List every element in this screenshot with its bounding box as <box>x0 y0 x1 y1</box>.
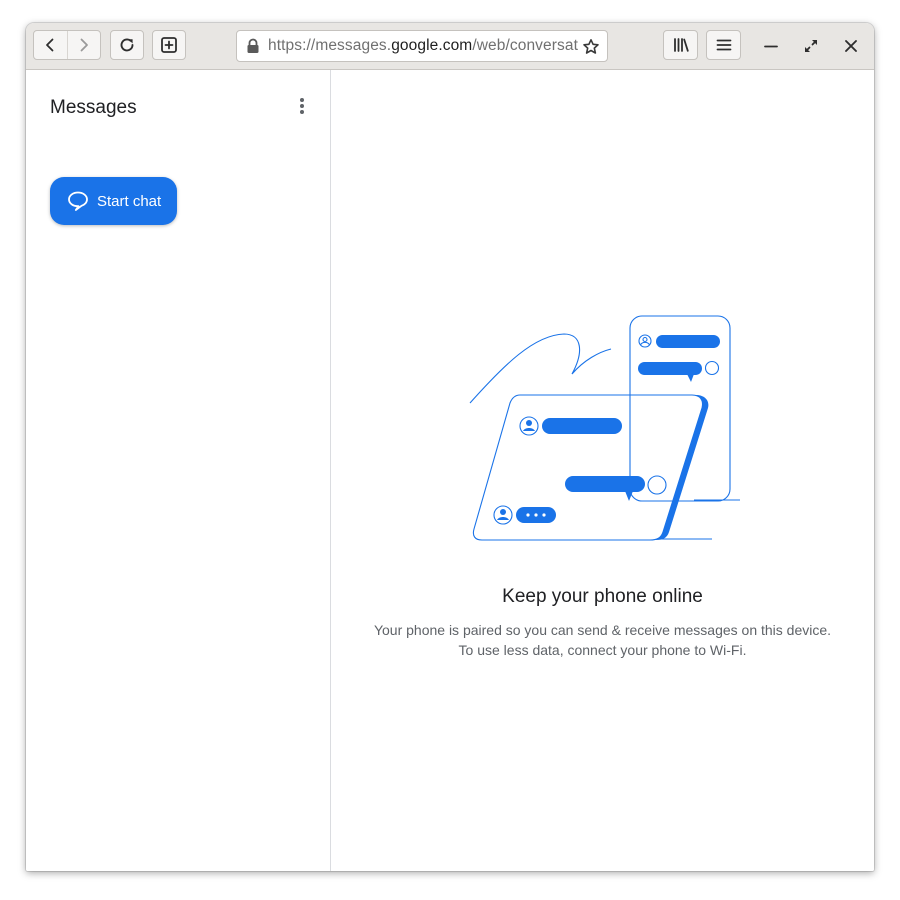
new-tab-icon <box>161 37 177 53</box>
close-button[interactable] <box>838 33 864 59</box>
chevron-left-icon <box>46 38 54 52</box>
description: Your phone is paired so you can send & r… <box>331 620 874 660</box>
sidebar: Messages Start chat <box>26 70 331 871</box>
start-chat-button[interactable]: Start chat <box>50 177 177 225</box>
nav-button-group <box>33 30 101 60</box>
close-icon <box>845 40 857 52</box>
url-prefix: https://messages. <box>268 37 392 54</box>
more-vertical-icon <box>300 98 304 114</box>
reload-icon <box>120 38 134 52</box>
library-icon <box>673 38 689 52</box>
maximize-button[interactable] <box>798 33 824 59</box>
minimize-icon <box>764 45 778 48</box>
forward-button[interactable] <box>66 31 101 59</box>
browser-window: https://messages.google.com/web/conversa… <box>26 23 874 871</box>
url-domain: google.com <box>391 37 473 54</box>
chevron-right-icon <box>80 38 88 52</box>
description-line-2: To use less data, connect your phone to … <box>458 642 747 658</box>
phone-messages-illustration <box>469 315 740 541</box>
back-button[interactable] <box>34 31 67 59</box>
hamburger-menu-icon <box>716 39 731 51</box>
start-chat-label: Start chat <box>97 192 162 210</box>
minimize-button[interactable] <box>758 33 784 59</box>
description-line-1: Your phone is paired so you can send & r… <box>373 622 832 638</box>
menu-button[interactable] <box>706 30 741 60</box>
chat-bubble-icon <box>68 191 88 211</box>
reload-button[interactable] <box>110 30 144 60</box>
more-options-button[interactable] <box>294 96 310 116</box>
star-icon[interactable] <box>582 38 600 56</box>
new-tab-button[interactable] <box>152 30 186 60</box>
lock-icon <box>247 38 259 53</box>
app-title: Messages <box>50 97 137 118</box>
library-button[interactable] <box>663 30 698 60</box>
url-path: /web/conversat <box>472 37 578 54</box>
headline: Keep your phone online <box>502 586 703 607</box>
main-panel: Keep your phone online Your phone is pai… <box>331 70 874 871</box>
maximize-icon <box>805 40 817 52</box>
address-bar[interactable]: https://messages.google.com/web/conversa… <box>236 30 608 62</box>
browser-toolbar: https://messages.google.com/web/conversa… <box>26 23 874 70</box>
url-text: https://messages.google.com/web/conversa… <box>268 37 580 55</box>
